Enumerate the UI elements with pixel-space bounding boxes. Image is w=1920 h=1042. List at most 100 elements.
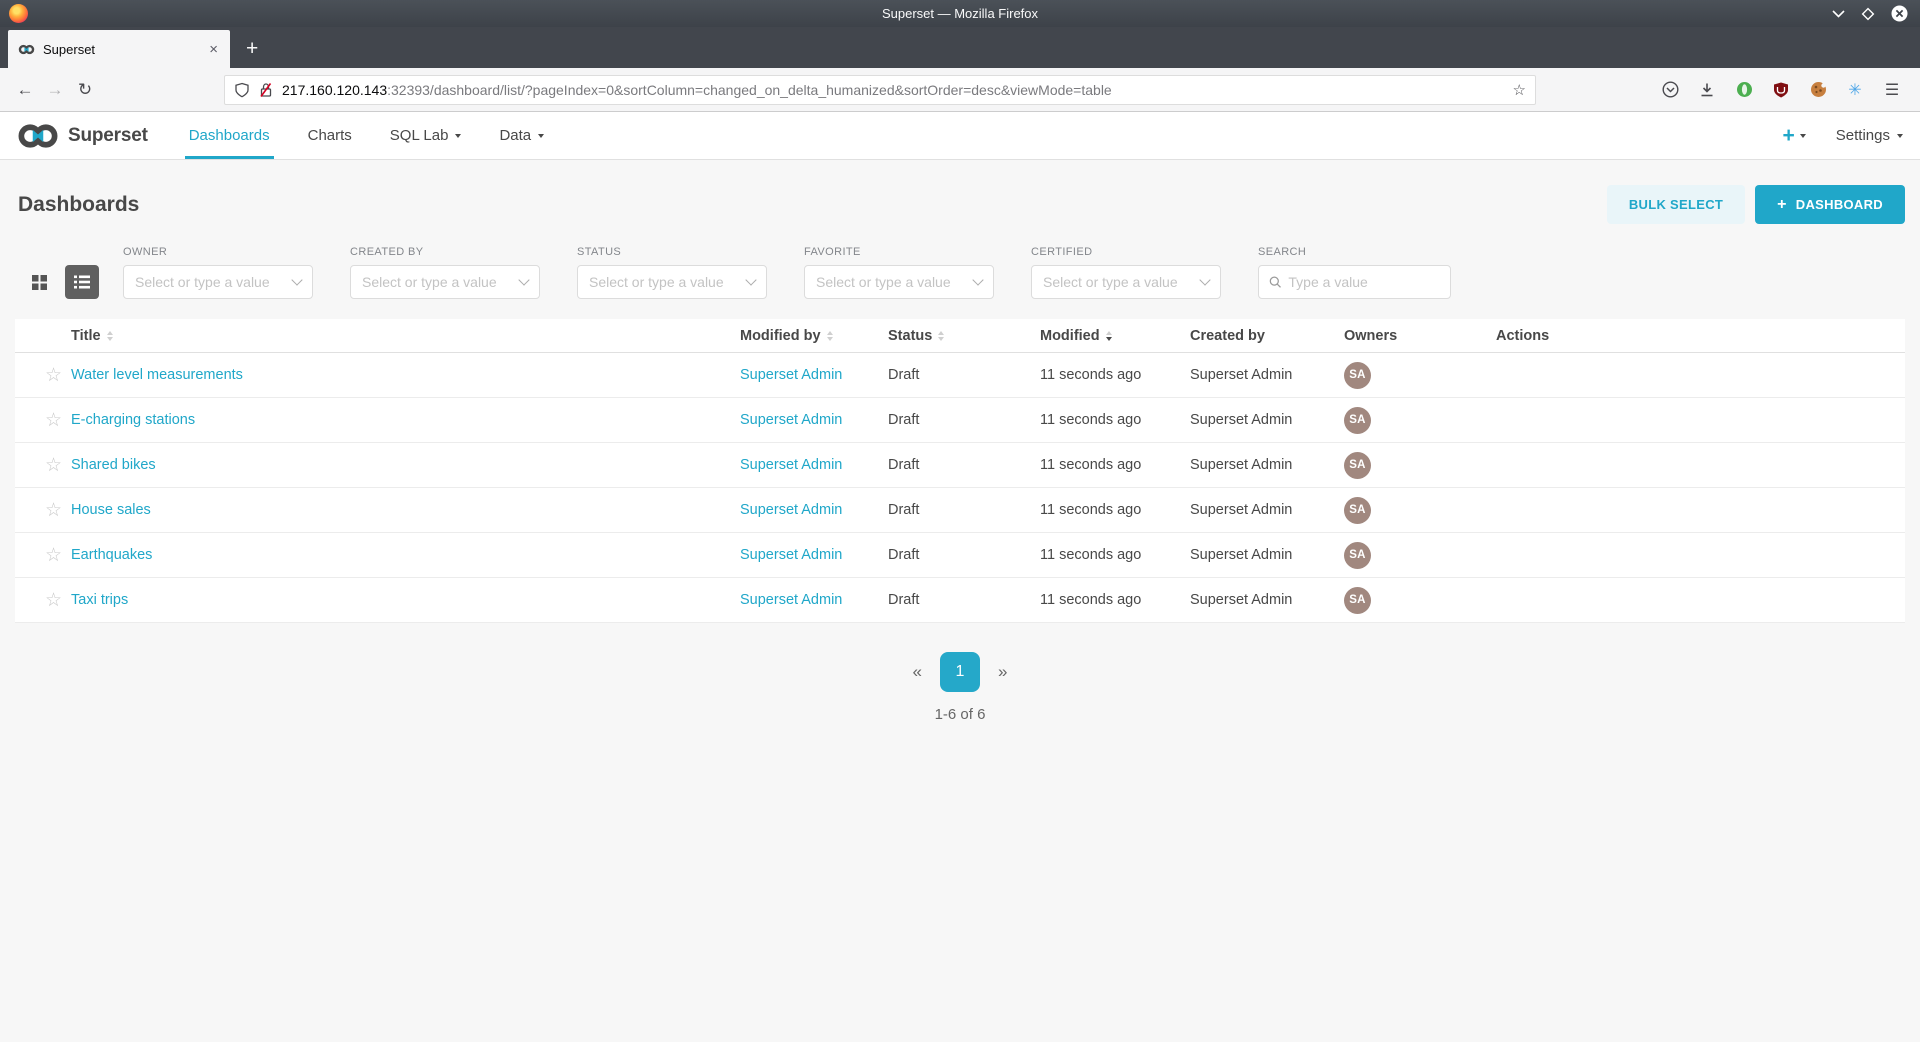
favorite-select[interactable]: Select or type a value — [804, 265, 994, 299]
cookie-extension-icon[interactable] — [1804, 76, 1832, 104]
owner-avatar[interactable]: SA — [1344, 542, 1371, 569]
window-close-icon[interactable] — [1891, 5, 1908, 22]
new-dashboard-label: DASHBOARD — [1796, 197, 1883, 212]
filter-favorite: FAVORITE Select or type a value — [804, 246, 994, 299]
nav-item-charts[interactable]: Charts — [289, 112, 371, 159]
column-header-modified-by[interactable]: Modified by — [740, 328, 888, 344]
pagination-page-1[interactable]: 1 — [940, 652, 980, 692]
url-host: 217.160.120.143 — [282, 82, 387, 98]
owner-select[interactable]: Select or type a value — [123, 265, 313, 299]
filter-label: STATUS — [577, 246, 767, 258]
favorite-star-icon[interactable]: ☆ — [15, 546, 71, 565]
search-input[interactable] — [1288, 274, 1440, 290]
table-row: ☆House salesSuperset AdminDraft11 second… — [15, 488, 1905, 533]
superset-logo[interactable]: Superset — [17, 112, 148, 159]
owner-avatar[interactable]: SA — [1344, 587, 1371, 614]
chevron-down-icon — [455, 134, 461, 138]
dashboard-title-link[interactable]: House sales — [71, 502, 151, 518]
select-placeholder: Select or type a value — [362, 274, 497, 290]
url-bar[interactable]: 217.160.120.143:32393/dashboard/list/?pa… — [224, 75, 1536, 105]
favorite-star-icon[interactable]: ☆ — [15, 366, 71, 385]
bulk-select-button[interactable]: BULK SELECT — [1607, 185, 1745, 224]
plus-icon: + — [1777, 196, 1787, 214]
nav-item-data[interactable]: Data — [480, 112, 563, 159]
dashboard-title-link[interactable]: Water level measurements — [71, 367, 243, 383]
chevron-down-icon — [291, 274, 302, 285]
back-icon[interactable]: ← — [10, 80, 40, 100]
owner-avatar[interactable]: SA — [1344, 362, 1371, 389]
new-dashboard-button[interactable]: + DASHBOARD — [1755, 185, 1905, 224]
page-header: Dashboards BULK SELECT + DASHBOARD — [15, 160, 1905, 240]
card-view-toggle[interactable] — [22, 265, 56, 299]
nav-label: Dashboards — [189, 127, 270, 144]
window-maximize-icon[interactable] — [1861, 7, 1875, 21]
insecure-lock-icon[interactable] — [258, 82, 274, 98]
cell-modified: 11 seconds ago — [1040, 592, 1190, 608]
table-row: ☆E-charging stationsSuperset AdminDraft1… — [15, 398, 1905, 443]
table-header-row: TitleModified byStatusModifiedCreated by… — [15, 319, 1905, 353]
pagination-prev[interactable]: « — [907, 662, 928, 682]
downloads-icon[interactable] — [1693, 76, 1721, 104]
dashboard-title-link[interactable]: Taxi trips — [71, 592, 128, 608]
forward-icon[interactable]: → — [40, 80, 70, 100]
filter-certified: CERTIFIED Select or type a value — [1031, 246, 1221, 299]
modified-by-link[interactable]: Superset Admin — [740, 502, 842, 518]
cell-status: Draft — [888, 547, 1040, 563]
chevron-down-icon — [745, 274, 756, 285]
list-view-toggle[interactable] — [65, 265, 99, 299]
sparkle-extension-icon[interactable]: ✳ — [1841, 76, 1869, 104]
filter-label: FAVORITE — [804, 246, 994, 258]
firefox-logo-icon — [9, 4, 28, 23]
modified-by-link[interactable]: Superset Admin — [740, 457, 842, 473]
filter-bar: OWNER Select or type a value CREATED BY … — [15, 240, 1905, 319]
privacy-extension-icon[interactable] — [1730, 76, 1758, 104]
new-item-menu-button[interactable]: + — [1783, 124, 1806, 148]
window-minimize-icon[interactable] — [1832, 10, 1845, 18]
modified-by-link[interactable]: Superset Admin — [740, 367, 842, 383]
column-label: Created by — [1190, 328, 1265, 344]
table-row: ☆Shared bikesSuperset AdminDraft11 secon… — [15, 443, 1905, 488]
modified-by-link[interactable]: Superset Admin — [740, 592, 842, 608]
column-header-title[interactable]: Title — [71, 328, 740, 344]
dashboard-title-link[interactable]: Shared bikes — [71, 457, 156, 473]
cell-created-by: Superset Admin — [1190, 412, 1344, 428]
owner-avatar[interactable]: SA — [1344, 497, 1371, 524]
new-tab-button[interactable]: + — [246, 37, 258, 61]
cell-created-by: Superset Admin — [1190, 367, 1344, 383]
nav-label: SQL Lab — [390, 127, 449, 144]
shield-icon[interactable] — [234, 82, 250, 98]
window-controls — [1832, 5, 1908, 22]
reload-icon[interactable]: ↻ — [70, 80, 100, 100]
tab-close-icon[interactable]: × — [207, 41, 220, 58]
owner-avatar[interactable]: SA — [1344, 452, 1371, 479]
url-text[interactable]: 217.160.120.143:32393/dashboard/list/?pa… — [282, 82, 1505, 98]
bookmark-star-icon[interactable]: ☆ — [1513, 81, 1526, 99]
pagination-next[interactable]: » — [992, 662, 1013, 682]
superset-infinity-icon — [17, 122, 59, 150]
column-header-status[interactable]: Status — [888, 328, 1040, 344]
window-title: Superset — Mozilla Firefox — [0, 6, 1920, 21]
modified-by-link[interactable]: Superset Admin — [740, 412, 842, 428]
modified-by-link[interactable]: Superset Admin — [740, 547, 842, 563]
column-header-modified[interactable]: Modified — [1040, 328, 1190, 344]
favorite-star-icon[interactable]: ☆ — [15, 501, 71, 520]
status-select[interactable]: Select or type a value — [577, 265, 767, 299]
search-icon — [1269, 275, 1281, 289]
created-by-select[interactable]: Select or type a value — [350, 265, 540, 299]
settings-menu-button[interactable]: Settings — [1836, 127, 1903, 144]
nav-item-dashboards[interactable]: Dashboards — [170, 112, 289, 159]
certified-select[interactable]: Select or type a value — [1031, 265, 1221, 299]
dashboard-title-link[interactable]: Earthquakes — [71, 547, 152, 563]
favorite-star-icon[interactable]: ☆ — [15, 591, 71, 610]
browser-tab-superset[interactable]: Superset × — [8, 30, 230, 68]
dashboard-title-link[interactable]: E-charging stations — [71, 412, 195, 428]
ublock-icon[interactable] — [1767, 76, 1795, 104]
filter-label: SEARCH — [1258, 246, 1451, 258]
select-placeholder: Select or type a value — [1043, 274, 1178, 290]
nav-item-sql-lab[interactable]: SQL Lab — [371, 112, 481, 159]
pocket-icon[interactable] — [1656, 76, 1684, 104]
menu-hamburger-icon[interactable]: ☰ — [1878, 76, 1906, 104]
favorite-star-icon[interactable]: ☆ — [15, 411, 71, 430]
favorite-star-icon[interactable]: ☆ — [15, 456, 71, 475]
owner-avatar[interactable]: SA — [1344, 407, 1371, 434]
